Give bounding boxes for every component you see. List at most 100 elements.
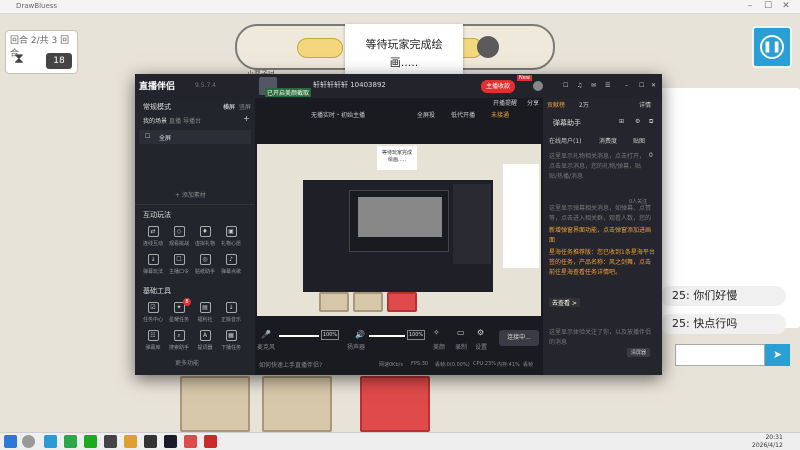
interactive-item[interactable]: ◎ 贴纸助手: [195, 254, 215, 275]
interactive-item[interactable]: ▣ 礼物心愿: [221, 226, 241, 247]
tool-item[interactable]: ☑ 任务中心: [143, 302, 163, 323]
nested-panel: [453, 184, 491, 264]
close-icon[interactable]: ✕: [651, 82, 656, 89]
gift-count: 0: [649, 152, 653, 159]
windows-start-icon[interactable]: [4, 435, 17, 448]
close-icon[interactable]: ✕: [780, 1, 792, 11]
detail-link[interactable]: 详情: [639, 100, 651, 109]
send-icon[interactable]: ➤: [765, 344, 790, 366]
tab-director[interactable]: 导播台: [183, 116, 201, 125]
draw-card[interactable]: [262, 376, 332, 432]
mic-value[interactable]: 100%: [321, 330, 339, 340]
interactive-item[interactable]: ⇄ 连线互动: [143, 226, 163, 247]
interactive-item[interactable]: ◇ 观看挑战: [169, 226, 189, 247]
tool-item[interactable]: ↓ 正版音乐: [221, 302, 241, 323]
waiting-note: 等待玩家完成绘画.....: [345, 24, 463, 74]
scene-item[interactable]: ☐ 全屏: [139, 130, 251, 144]
add-icon[interactable]: +: [243, 114, 250, 123]
avatar[interactable]: [533, 81, 543, 91]
tab-my-scene[interactable]: 我的场景: [143, 116, 167, 125]
gear-icon[interactable]: ⚙: [477, 328, 484, 337]
chat-icon[interactable]: ☐: [563, 82, 568, 89]
app-icon[interactable]: [204, 435, 217, 448]
speaker-icon[interactable]: 🔊: [355, 330, 365, 339]
chat-input[interactable]: [675, 344, 765, 366]
beauty-alert: 已开启美颜截取: [265, 88, 312, 97]
see-task-link[interactable]: 去查看 >: [549, 298, 580, 307]
maximize-icon[interactable]: ☐: [762, 1, 774, 11]
interactive-item[interactable]: ☐ 主播口令: [169, 254, 189, 275]
tab-horizontal[interactable]: 横屏: [223, 102, 235, 111]
open-reminder[interactable]: 开播提醒: [493, 98, 517, 107]
tab-live[interactable]: 直播: [169, 116, 181, 125]
tab-stickers[interactable]: 贴图: [633, 136, 645, 145]
interactive-item[interactable]: ♪ 弹幕点歌: [221, 254, 241, 275]
nested-preview: [358, 197, 442, 237]
sub-button[interactable]: 未接通: [491, 110, 509, 119]
mode-select[interactable]: 常规模式: [143, 102, 171, 112]
tool-item[interactable]: ▤ 福利社: [195, 302, 215, 323]
contribution-label[interactable]: 贡献榜: [547, 100, 565, 109]
danmu-title: 弹幕助手: [553, 119, 581, 127]
speaker-value[interactable]: 100%: [407, 330, 425, 340]
sub-button[interactable]: 低代开播: [451, 110, 475, 119]
headset-icon[interactable]: ♫: [577, 82, 582, 89]
tool-item[interactable]: ▦ 下播任务: [221, 330, 241, 351]
speaker-slider[interactable]: [369, 335, 405, 337]
tab-vertical[interactable]: 竖屏: [239, 102, 251, 111]
beauty-label: 美颜: [433, 344, 446, 351]
menu-icon[interactable]: ☰: [605, 82, 610, 89]
net-speed: 网速0Kb/s: [379, 362, 403, 368]
app-icon[interactable]: [124, 435, 137, 448]
pause-button[interactable]: ❚❚: [752, 26, 792, 68]
more-features-button[interactable]: 更多功能: [175, 358, 199, 367]
connect-button[interactable]: 连接中...: [499, 330, 539, 346]
interactive-item[interactable]: ↓ 弹幕玩法: [143, 254, 163, 275]
draw-card[interactable]: [360, 376, 430, 432]
tab-consumption[interactable]: 消费度: [599, 136, 617, 145]
mic-slider[interactable]: [279, 335, 319, 337]
share-button[interactable]: 分享: [527, 98, 539, 107]
tool-item[interactable]: ☷ 弹幕库: [143, 330, 163, 351]
tab-online-users[interactable]: 在线用户(1): [549, 136, 582, 145]
sub-button[interactable]: 全屏投: [417, 110, 435, 119]
steam-icon[interactable]: [164, 435, 177, 448]
popout-icon[interactable]: ⧉: [649, 118, 653, 126]
mail-icon[interactable]: ✉: [591, 82, 596, 89]
streaming-app: 直播伴侣 9.5.7.4 轩轩轩轩轩 10403892 已开启美颜截取 主播收款…: [135, 74, 662, 375]
end-task-icon: ▦: [225, 330, 237, 341]
app-icon[interactable]: [184, 435, 197, 448]
app-header: 直播伴侣 9.5.7.4 轩轩轩轩轩 10403892 已开启美颜截取 主播收款…: [135, 74, 662, 98]
help-link[interactable]: 如何快速上手直播伴侣?: [259, 360, 322, 369]
maximize-icon[interactable]: ☐: [639, 82, 644, 89]
box-icon: ▣: [225, 226, 237, 237]
edge-icon[interactable]: [44, 435, 57, 448]
status-button[interactable]: 主播收款: [481, 80, 516, 93]
app-icon[interactable]: [64, 435, 77, 448]
game-title: DrawBluess: [16, 2, 58, 10]
record-icon[interactable]: ▭: [457, 328, 465, 337]
gift-icon: ♦: [199, 226, 211, 237]
app-icon[interactable]: [144, 435, 157, 448]
wechat-icon[interactable]: [84, 435, 97, 448]
stream-preview[interactable]: 等待玩家完成绘画.....: [257, 144, 541, 316]
danmu-toolbar-icon[interactable]: ⊞: [619, 118, 624, 125]
interactive-item[interactable]: ♦ 虚拟礼物: [195, 226, 215, 247]
preview-waiting: 等待玩家完成绘画.....: [377, 146, 417, 170]
beauty-icon[interactable]: ✧: [433, 328, 440, 337]
tool-item[interactable]: A 提词器: [195, 330, 215, 351]
mic-icon[interactable]: 🎤: [261, 330, 271, 339]
clear-screen-button[interactable]: 清屏器: [627, 348, 651, 357]
draw-card[interactable]: [180, 376, 250, 432]
minimize-icon[interactable]: –: [625, 82, 628, 89]
chat-icon: ☐: [173, 254, 185, 265]
round-timer: 18: [46, 53, 72, 69]
speaker-label: 扬声器: [347, 344, 366, 351]
app-icon[interactable]: [104, 435, 117, 448]
tool-item[interactable]: ⌕ 搜索助手: [169, 330, 189, 351]
sub-button[interactable]: 无播实时・初始主播: [311, 110, 365, 119]
search-icon[interactable]: [22, 435, 35, 448]
gear-icon[interactable]: ⚙: [635, 118, 640, 125]
minimize-icon[interactable]: –: [744, 1, 756, 11]
add-source-button[interactable]: + 添加素材: [175, 190, 206, 199]
